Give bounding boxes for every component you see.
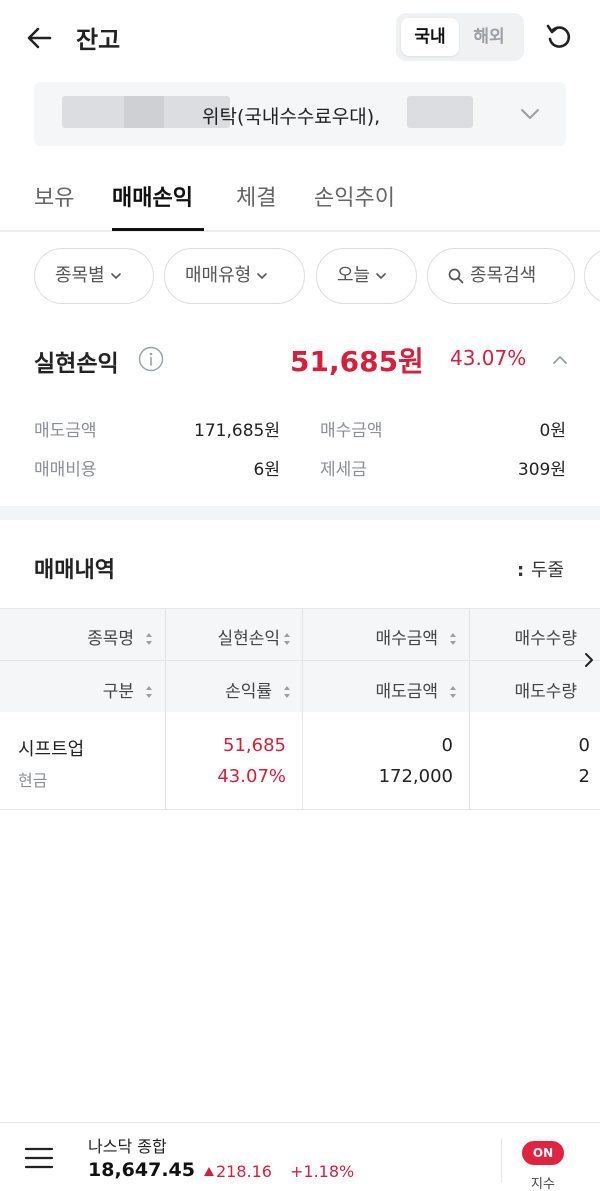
two-line-view-label: 두줄 bbox=[531, 560, 565, 581]
index-value: 18,647.45 bbox=[88, 1159, 195, 1181]
refresh-icon[interactable] bbox=[544, 22, 574, 52]
filter-more-chip[interactable] bbox=[584, 248, 600, 304]
filter-period[interactable]: 오늘 bbox=[316, 248, 417, 304]
active-tab-indicator bbox=[112, 228, 204, 231]
column-divider bbox=[469, 712, 470, 810]
trade-cost-value: 6원 bbox=[253, 460, 280, 480]
realized-pnl-label: 실현손익 bbox=[34, 351, 119, 377]
account-selector[interactable]: 위탁(국내수수료우대), bbox=[34, 82, 566, 146]
chevron-down-icon bbox=[256, 270, 268, 282]
realized-pnl-amount: 51,685원 bbox=[290, 345, 424, 378]
row-type: 현금 bbox=[18, 771, 48, 790]
market-segment-control: 국내 해외 bbox=[396, 13, 524, 61]
col-sell-amount[interactable]: 매도금액 bbox=[310, 677, 458, 702]
tab-executions[interactable]: 체결 bbox=[236, 180, 276, 212]
row-sell-amount: 172,000 bbox=[378, 766, 453, 787]
trade-history-title: 매매내역 bbox=[34, 558, 115, 583]
tab-holdings[interactable]: 보유 bbox=[34, 180, 74, 212]
sort-icon bbox=[284, 633, 290, 645]
back-arrow-icon[interactable] bbox=[24, 22, 56, 54]
buy-amount-value: 0원 bbox=[539, 421, 566, 441]
row-realized-pnl: 51,685 bbox=[223, 735, 286, 756]
table-header: 종목명 실현손익 매수금액 매수수량 구분 손익률 매도금액 매도수량 bbox=[0, 608, 600, 713]
filter-period-label: 오늘 bbox=[337, 265, 371, 286]
col-sell-qty[interactable]: 매도수량 bbox=[474, 677, 577, 702]
stock-search-label: 종목검색 bbox=[470, 265, 537, 286]
realized-pnl-rate: 43.07% bbox=[450, 346, 527, 370]
bottom-bar-divider bbox=[501, 1139, 502, 1183]
chevron-down-icon bbox=[521, 109, 539, 119]
header-divider bbox=[0, 660, 600, 661]
two-line-view-toggle[interactable]: : 두줄 bbox=[517, 556, 564, 582]
filter-by-stock[interactable]: 종목별 bbox=[34, 248, 154, 304]
tab-pnl-trend[interactable]: 손익추이 bbox=[314, 180, 395, 212]
sort-icon bbox=[146, 633, 152, 645]
column-divider bbox=[165, 712, 166, 810]
col-buy-amount[interactable]: 매수금액 bbox=[310, 624, 458, 649]
tax-value: 309원 bbox=[517, 460, 566, 480]
row-pnl-rate: 43.07% bbox=[217, 766, 286, 787]
up-triangle-icon bbox=[204, 1167, 214, 1176]
sort-icon bbox=[146, 686, 152, 698]
col-sell-amount-label: 매도금액 bbox=[375, 682, 438, 702]
col-realized-pnl[interactable]: 실현손익 bbox=[170, 624, 292, 649]
row-sell-qty: 2 bbox=[578, 766, 590, 787]
masked-account-owner bbox=[407, 96, 473, 128]
section-divider bbox=[0, 506, 600, 520]
account-type-label: 위탁(국내수수료우대), bbox=[202, 106, 381, 128]
filter-by-stock-label: 종목별 bbox=[55, 265, 105, 286]
column-divider bbox=[302, 609, 303, 713]
col-stock-name-label: 종목명 bbox=[87, 629, 134, 649]
tab-trade-pnl[interactable]: 매매손익 bbox=[112, 180, 193, 212]
table-row[interactable]: 시프트업 현금 51,685 43.07% 0 172,000 0 2 bbox=[0, 712, 600, 810]
column-divider bbox=[165, 609, 166, 713]
buy-amount-label: 매수금액 bbox=[320, 421, 383, 441]
segment-overseas[interactable]: 해외 bbox=[460, 18, 518, 56]
segment-domestic[interactable]: 국내 bbox=[401, 18, 459, 56]
sell-amount-value: 171,685원 bbox=[194, 421, 280, 441]
col-buy-qty[interactable]: 매수수량 bbox=[474, 624, 577, 649]
col-stock-name[interactable]: 종목명 bbox=[20, 624, 154, 649]
col-buy-amount-label: 매수금액 bbox=[375, 629, 438, 649]
row-buy-qty: 0 bbox=[578, 735, 590, 756]
index-toggle-on[interactable]: ON bbox=[522, 1141, 564, 1165]
index-name[interactable]: 나스닥 종합 bbox=[88, 1133, 167, 1157]
filter-trade-type-label: 매매유형 bbox=[185, 265, 252, 286]
sort-icon bbox=[450, 633, 456, 645]
col-pnl-rate-label: 손익률 bbox=[225, 682, 272, 702]
stock-search-button[interactable]: 종목검색 bbox=[427, 248, 575, 304]
row-buy-amount: 0 bbox=[441, 735, 453, 756]
tax-label: 제세금 bbox=[320, 460, 367, 480]
two-line-view-icon: : bbox=[517, 560, 525, 581]
page-title: 잔고 bbox=[76, 26, 121, 54]
sell-amount-label: 매도금액 bbox=[34, 421, 97, 441]
tab-bar: 보유 매매손익 체결 손익추이 bbox=[0, 162, 600, 232]
info-icon[interactable] bbox=[138, 346, 164, 372]
chevron-up-icon[interactable] bbox=[550, 350, 570, 370]
row-stock-name: 시프트업 bbox=[18, 739, 85, 760]
sort-icon bbox=[284, 686, 290, 698]
search-icon bbox=[448, 268, 464, 284]
col-pnl-rate[interactable]: 손익률 bbox=[170, 677, 292, 702]
index-change-percent: +1.18% bbox=[290, 1162, 355, 1181]
chevron-right-icon[interactable] bbox=[582, 650, 596, 670]
index-toggle-label: 지수 bbox=[531, 1177, 555, 1191]
chevron-down-icon bbox=[375, 270, 387, 282]
col-realized-pnl-label: 실현손익 bbox=[217, 629, 280, 649]
filter-trade-type[interactable]: 매매유형 bbox=[164, 248, 305, 304]
index-change: 218.16 bbox=[216, 1162, 272, 1181]
sort-icon bbox=[450, 686, 456, 698]
trade-cost-label: 매매비용 bbox=[34, 460, 97, 480]
filter-chips: 종목별 매매유형 오늘 종목검색 bbox=[0, 248, 600, 304]
app-header: 잔고 국내 해외 bbox=[0, 0, 600, 76]
col-type-label: 구분 bbox=[102, 682, 134, 702]
chevron-down-icon bbox=[110, 270, 122, 282]
bottom-index-bar: 나스닥 종합 18,647.45 218.16 +1.18% ON 지수 bbox=[0, 1122, 600, 1191]
col-type[interactable]: 구분 bbox=[20, 677, 154, 702]
column-divider bbox=[469, 609, 470, 713]
menu-icon[interactable] bbox=[24, 1145, 54, 1171]
column-divider bbox=[302, 712, 303, 810]
